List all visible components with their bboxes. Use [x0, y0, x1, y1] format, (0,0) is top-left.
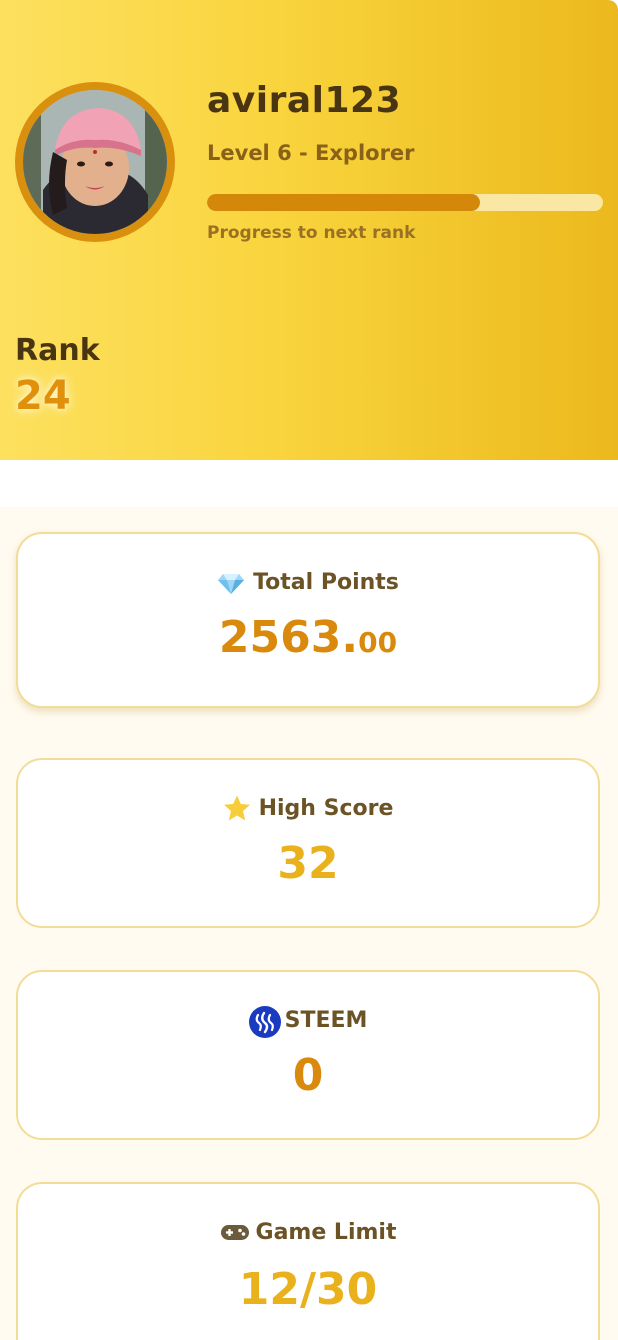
game-limit-label: Game Limit: [255, 1219, 397, 1245]
game-limit-card: Game Limit 12/30: [16, 1182, 600, 1340]
rank-value: 24: [15, 373, 71, 419]
total-points-value: 2563.00: [18, 612, 598, 663]
steem-value: 0: [292, 1050, 324, 1101]
total-points-label: Total Points: [253, 569, 399, 595]
avatar-ring: [15, 82, 175, 242]
progress-label: Progress to next rank: [207, 223, 416, 243]
game-limit-value: 12/30: [238, 1264, 378, 1315]
steem-label: STEEM: [284, 1007, 368, 1033]
steem-card: STEEM 0: [16, 970, 600, 1140]
total-points-card: Total Points 2563.00: [16, 532, 600, 708]
username: aviral123: [207, 80, 402, 121]
total-points-integer: 2563.: [218, 612, 359, 663]
steem-logo-icon: [248, 1006, 281, 1038]
high-score-label: High Score: [258, 795, 394, 821]
gamepad-icon: [220, 1218, 249, 1246]
star-icon: [223, 794, 251, 822]
profile-header: aviral123 Level 6 - Explorer Progress to…: [0, 0, 618, 460]
high-score-value: 32: [277, 838, 339, 889]
rank-label: Rank: [15, 333, 100, 368]
total-points-decimal: 00: [358, 626, 398, 659]
level-label: Level 6 - Explorer: [207, 141, 415, 165]
rank-progress-fill: [207, 194, 481, 211]
diamond-icon: [217, 568, 245, 596]
avatar[interactable]: [23, 90, 167, 234]
rank-progress-bar: [207, 194, 603, 211]
high-score-card: High Score 32: [16, 758, 600, 928]
